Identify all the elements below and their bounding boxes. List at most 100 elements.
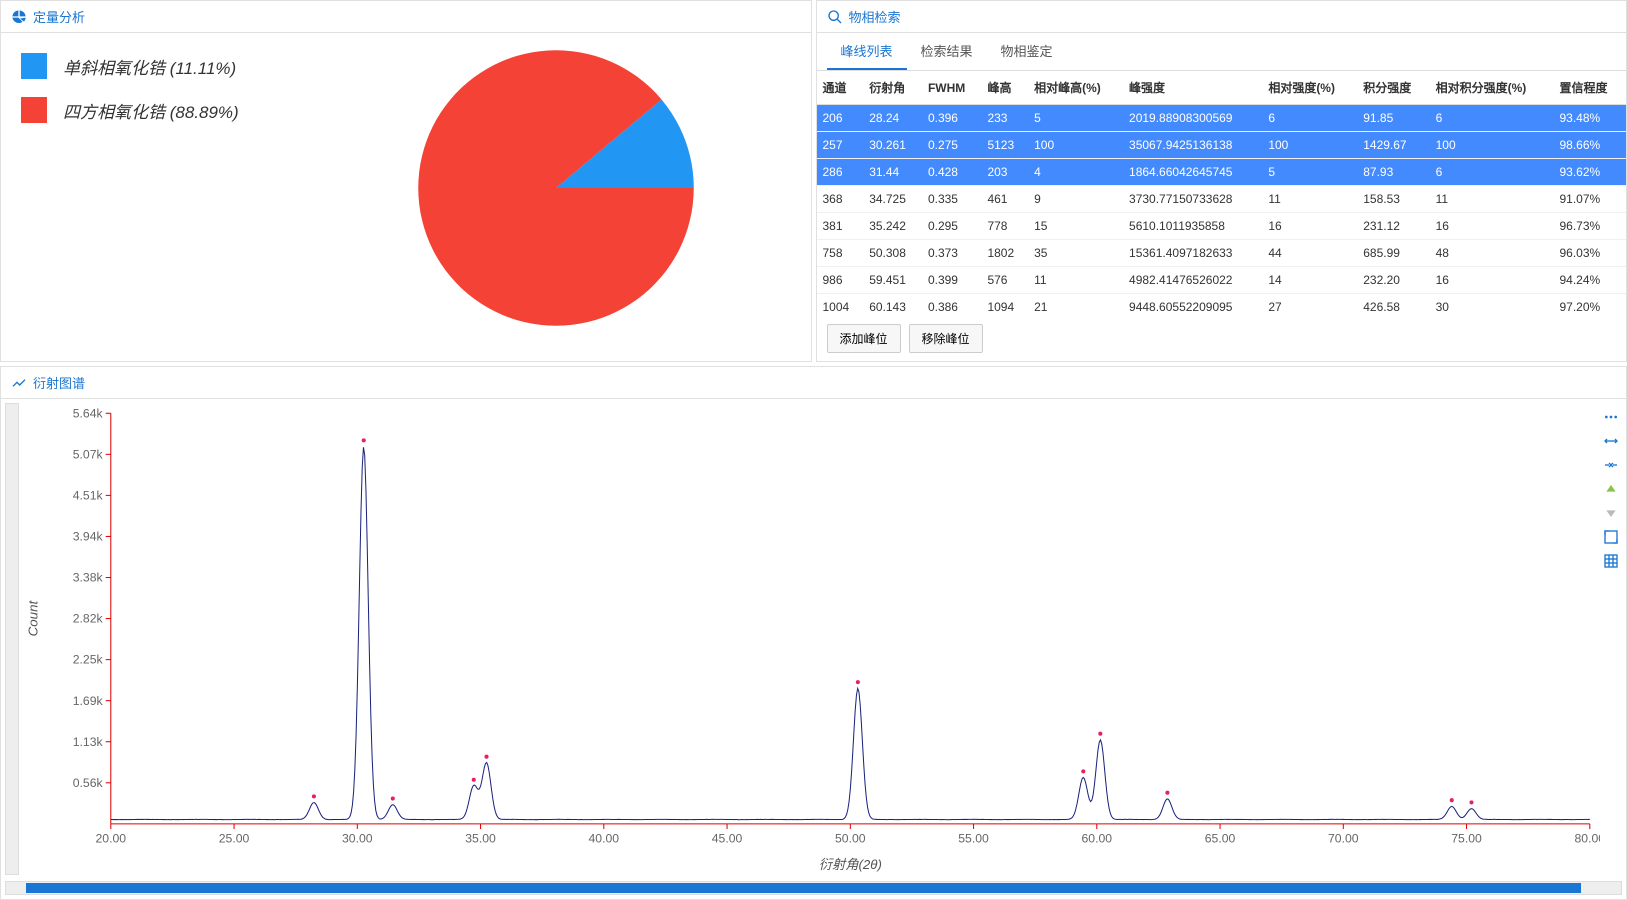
- table-row[interactable]: 28631.440.42820341864.66042645745587.936…: [817, 159, 1627, 186]
- table-cell: 0.386: [922, 294, 982, 317]
- svg-text:3.94k: 3.94k: [73, 530, 104, 544]
- table-cell: 91.85: [1357, 105, 1429, 132]
- table-cell: 31.44: [863, 159, 922, 186]
- table-header[interactable]: 相对积分强度(%): [1430, 71, 1554, 105]
- table-cell: 16: [1430, 213, 1554, 240]
- tab-peak-list[interactable]: 峰线列表: [827, 33, 907, 70]
- table-cell: 93.48%: [1554, 105, 1627, 132]
- triangle-up-icon[interactable]: [1603, 481, 1619, 497]
- table-cell: 6: [1430, 159, 1554, 186]
- pie-legend: 单斜相氧化锆 (11.11%) 四方相氧化锆 (88.89%): [21, 43, 321, 141]
- diffraction-panel: 衍射图谱 0.56k1.13k1.69k2.25k2.82k3.38k3.94k…: [0, 366, 1627, 900]
- table-cell: 685.99: [1357, 240, 1429, 267]
- table-row[interactable]: 98659.4510.399576114982.4147652602214232…: [817, 267, 1627, 294]
- diffraction-chart[interactable]: 0.56k1.13k1.69k2.25k2.82k3.38k3.94k4.51k…: [19, 403, 1600, 875]
- table-row[interactable]: 100460.1430.3861094219448.60552209095274…: [817, 294, 1627, 317]
- svg-text:5.64k: 5.64k: [73, 406, 104, 420]
- table-row[interactable]: 20628.240.39623352019.88908300569691.856…: [817, 105, 1627, 132]
- peak-table[interactable]: 通道衍射角FWHM峰高相对峰高(%)峰强度相对强度(%)积分强度相对积分强度(%…: [817, 71, 1627, 316]
- table-row[interactable]: 36834.7250.33546193730.7715073362811158.…: [817, 186, 1627, 213]
- svg-text:衍射角(2θ): 衍射角(2θ): [819, 857, 882, 872]
- table-header[interactable]: 置信程度: [1554, 71, 1627, 105]
- table-row[interactable]: 38135.2420.295778155610.101193585816231.…: [817, 213, 1627, 240]
- grid-icon[interactable]: [1603, 553, 1619, 569]
- table-header[interactable]: 通道: [817, 71, 864, 105]
- tab-phase-identify[interactable]: 物相鉴定: [987, 33, 1067, 70]
- table-cell: 96.03%: [1554, 240, 1627, 267]
- table-cell: 94.24%: [1554, 267, 1627, 294]
- table-row[interactable]: 75850.3080.37318023515361.40971826334468…: [817, 240, 1627, 267]
- svg-text:20.00: 20.00: [95, 831, 126, 845]
- table-cell: 6: [1262, 105, 1357, 132]
- triangle-down-icon[interactable]: [1603, 505, 1619, 521]
- add-peak-button[interactable]: 添加峰位: [827, 324, 901, 353]
- table-cell: 60.143: [863, 294, 922, 317]
- line-chart-icon: [11, 375, 27, 391]
- table-cell: 5610.1011935858: [1123, 213, 1262, 240]
- svg-text:30.00: 30.00: [342, 831, 373, 845]
- table-cell: 35.242: [863, 213, 922, 240]
- table-cell: 203: [981, 159, 1028, 186]
- table-cell: 231.12: [1357, 213, 1429, 240]
- table-cell: 34.725: [863, 186, 922, 213]
- svg-text:5.07k: 5.07k: [73, 447, 104, 461]
- table-cell: 97.20%: [1554, 294, 1627, 317]
- table-cell: 6: [1430, 105, 1554, 132]
- svg-text:4.51k: 4.51k: [73, 488, 104, 502]
- table-cell: 59.451: [863, 267, 922, 294]
- table-cell: 98.66%: [1554, 132, 1627, 159]
- table-cell: 9448.60552209095: [1123, 294, 1262, 317]
- table-cell: 16: [1262, 213, 1357, 240]
- table-header[interactable]: FWHM: [922, 71, 982, 105]
- vertical-scrollbar[interactable]: [5, 403, 19, 875]
- svg-text:25.00: 25.00: [219, 831, 250, 845]
- svg-text:80.00: 80.00: [1574, 831, 1600, 845]
- table-cell: 35067.9425136138: [1123, 132, 1262, 159]
- table-cell: 28.24: [863, 105, 922, 132]
- svg-text:45.00: 45.00: [712, 831, 743, 845]
- svg-text:75.00: 75.00: [1451, 831, 1482, 845]
- more-icon[interactable]: [1603, 409, 1619, 425]
- remove-peak-button[interactable]: 移除峰位: [909, 324, 983, 353]
- table-cell: 3730.77150733628: [1123, 186, 1262, 213]
- phase-search-title: 物相检索: [849, 7, 901, 26]
- table-cell: 257: [817, 132, 864, 159]
- table-cell: 11: [1262, 186, 1357, 213]
- table-header[interactable]: 峰高: [981, 71, 1028, 105]
- svg-text:35.00: 35.00: [465, 831, 496, 845]
- pie-chart-icon: [11, 9, 27, 25]
- table-header[interactable]: 相对强度(%): [1262, 71, 1357, 105]
- horizontal-scrollbar[interactable]: [5, 881, 1622, 895]
- legend-swatch-red: [21, 97, 47, 123]
- table-header[interactable]: 相对峰高(%): [1028, 71, 1123, 105]
- legend-swatch-blue: [21, 53, 47, 79]
- svg-text:55.00: 55.00: [958, 831, 989, 845]
- collapse-horizontal-icon[interactable]: [1603, 457, 1619, 473]
- legend-label: 四方相氧化锆 (88.89%): [63, 98, 239, 123]
- fullscreen-icon[interactable]: [1603, 529, 1619, 545]
- table-cell: 232.20: [1357, 267, 1429, 294]
- table-header[interactable]: 积分强度: [1357, 71, 1429, 105]
- scrollbar-thumb[interactable]: [26, 883, 1581, 893]
- table-cell: 91.07%: [1554, 186, 1627, 213]
- table-cell: 21: [1028, 294, 1123, 317]
- table-row[interactable]: 25730.2610.275512310035067.9425136138100…: [817, 132, 1627, 159]
- table-header[interactable]: 峰强度: [1123, 71, 1262, 105]
- tab-search-result[interactable]: 检索结果: [907, 33, 987, 70]
- table-cell: 1429.67: [1357, 132, 1429, 159]
- table-header[interactable]: 衍射角: [863, 71, 922, 105]
- table-cell: 35: [1028, 240, 1123, 267]
- tabs: 峰线列表 检索结果 物相鉴定: [817, 33, 1627, 71]
- table-cell: 0.373: [922, 240, 982, 267]
- table-cell: 87.93: [1357, 159, 1429, 186]
- search-icon: [827, 9, 843, 25]
- table-cell: 0.295: [922, 213, 982, 240]
- svg-text:60.00: 60.00: [1081, 831, 1112, 845]
- diffraction-header: 衍射图谱: [1, 367, 1626, 399]
- legend-item: 单斜相氧化锆 (11.11%): [21, 53, 321, 79]
- table-cell: 27: [1262, 294, 1357, 317]
- expand-horizontal-icon[interactable]: [1603, 433, 1619, 449]
- table-cell: 48: [1430, 240, 1554, 267]
- svg-text:40.00: 40.00: [588, 831, 619, 845]
- phase-search-panel: 物相检索 峰线列表 检索结果 物相鉴定 通道衍射角FWHM峰高相对峰高(%)峰强…: [816, 0, 1627, 362]
